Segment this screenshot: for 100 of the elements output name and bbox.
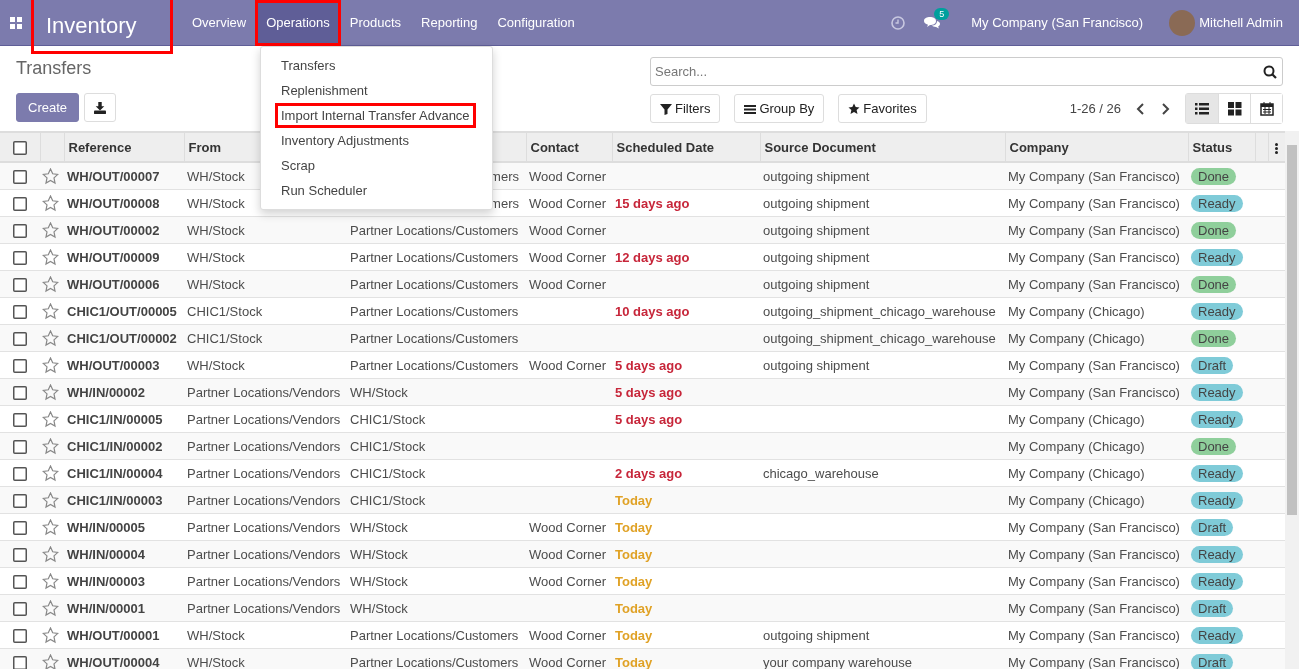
checkbox[interactable]	[13, 439, 27, 454]
list-view-button[interactable]	[1186, 94, 1218, 123]
grid-view-icon	[1227, 101, 1242, 116]
star-icon[interactable]	[42, 410, 59, 428]
checkbox[interactable]	[13, 628, 27, 643]
company-switcher[interactable]: My Company (San Francisco)	[961, 0, 1154, 45]
calendar-icon	[1259, 101, 1274, 116]
source-document-cell: outgoing shipment	[763, 195, 870, 211]
star-icon[interactable]	[42, 464, 59, 482]
to-cell: Partner Locations/Customers	[350, 330, 519, 346]
scrollbar[interactable]	[1285, 131, 1299, 669]
scheduled-date-cell: Today	[615, 654, 653, 669]
star-icon[interactable]	[42, 248, 59, 266]
create-button[interactable]: Create	[16, 93, 80, 122]
source-document-cell: chicago_warehouse	[763, 465, 879, 481]
checkbox[interactable]	[13, 574, 27, 589]
search-field[interactable]: Search...	[650, 57, 1283, 86]
dropdown-menu-item[interactable]: Import Internal Transfer Advance	[275, 103, 476, 128]
checkbox[interactable]	[13, 358, 27, 373]
company-cell: My Company (San Francisco)	[1008, 357, 1180, 373]
checkbox[interactable]	[13, 169, 27, 184]
star-icon[interactable]	[42, 626, 59, 644]
checkbox[interactable]	[13, 304, 27, 319]
company-cell: My Company (San Francisco)	[1008, 168, 1180, 184]
star-icon[interactable]	[42, 167, 59, 185]
column-header[interactable]: Company	[1009, 139, 1069, 155]
checkbox[interactable]	[13, 520, 27, 535]
checkbox[interactable]	[13, 196, 27, 211]
dropdown-menu-item[interactable]: Replenishment	[261, 78, 492, 103]
to-cell: Partner Locations/Customers	[350, 276, 519, 292]
nav-menu-item[interactable]: Operations	[256, 0, 340, 45]
checkbox[interactable]	[13, 601, 27, 616]
star-icon[interactable]	[42, 491, 59, 509]
star-icon[interactable]	[42, 437, 59, 455]
star-icon[interactable]	[42, 194, 59, 212]
checkbox[interactable]	[13, 277, 27, 292]
checkbox[interactable]	[13, 547, 27, 562]
to-cell: Partner Locations/Customers	[350, 627, 519, 643]
nav-menu-item[interactable]: Products	[339, 0, 412, 45]
nav-menu-item[interactable]: Configuration	[487, 0, 585, 45]
company-cell: My Company (San Francisco)	[1008, 384, 1180, 400]
checkbox[interactable]	[13, 385, 27, 400]
to-cell: WH/Stock	[350, 573, 408, 589]
dropdown-menu-item[interactable]: Scrap	[261, 153, 492, 178]
star-icon[interactable]	[42, 221, 59, 239]
app-name[interactable]: Inventory	[34, 0, 170, 51]
avatar-placeholder	[1169, 9, 1196, 36]
star-icon[interactable]	[42, 518, 59, 536]
dropdown-menu-item[interactable]: Inventory Adjustments	[261, 128, 492, 153]
company-cell: My Company (Chicago)	[1008, 330, 1145, 346]
reference-cell: WH/IN/00001	[67, 600, 146, 616]
to-cell: WH/Stock	[350, 600, 408, 616]
apps-menu-icon[interactable]	[10, 16, 22, 29]
column-header[interactable]: From	[188, 139, 221, 155]
checkbox[interactable]	[13, 655, 27, 669]
calendar-view-button[interactable]	[1250, 94, 1282, 123]
reference-cell: WH/OUT/00003	[67, 357, 160, 373]
source-document-cell: outgoing shipment	[763, 249, 870, 265]
to-cell: Partner Locations/Customers	[350, 249, 519, 265]
to-cell: Partner Locations/Customers	[350, 357, 519, 373]
checkbox[interactable]	[13, 466, 27, 481]
list-view-icon	[1195, 101, 1209, 116]
dropdown-menu-item[interactable]: Transfers	[261, 53, 492, 78]
checkbox[interactable]	[13, 493, 27, 508]
star-icon[interactable]	[42, 356, 59, 374]
from-cell: CHIC1/Stock	[187, 303, 263, 319]
reference-cell: CHIC1/OUT/00002	[67, 330, 177, 346]
company-cell: My Company (San Francisco)	[1008, 573, 1180, 589]
company-cell: My Company (San Francisco)	[1008, 195, 1180, 211]
star-icon[interactable]	[42, 302, 59, 320]
from-cell: Partner Locations/Vendors	[187, 519, 341, 535]
star-icon[interactable]	[42, 572, 59, 590]
download-button[interactable]	[84, 93, 117, 122]
checkbox[interactable]	[13, 223, 27, 238]
checkbox[interactable]	[13, 331, 27, 346]
checkbox[interactable]	[13, 412, 27, 427]
nav-menu-item[interactable]: Reporting	[411, 0, 488, 45]
nav-menu-item[interactable]: Overview	[182, 0, 257, 45]
group-by-button[interactable]: Group By	[734, 94, 825, 123]
previous-icon[interactable]	[1135, 102, 1145, 115]
contact-cell: Wood Corner	[529, 222, 607, 238]
scheduled-date-cell: 5 days ago	[615, 411, 683, 427]
star-icon[interactable]	[42, 329, 59, 347]
dropdown-menu-item[interactable]: Run Scheduler	[261, 178, 492, 203]
star-icon[interactable]	[42, 275, 59, 293]
star-icon[interactable]	[42, 653, 59, 669]
company-cell: My Company (San Francisco)	[1008, 600, 1180, 616]
status-badge: Done	[1191, 275, 1237, 293]
chat-icon[interactable]	[923, 15, 942, 30]
star-icon[interactable]	[42, 383, 59, 401]
star-icon[interactable]	[42, 545, 59, 563]
star-icon[interactable]	[42, 599, 59, 617]
filters-button[interactable]: Filters	[650, 94, 721, 123]
checkbox[interactable]	[12, 140, 27, 155]
next-icon[interactable]	[1161, 102, 1171, 115]
kebab-menu-icon[interactable]	[1275, 142, 1279, 154]
favorites-button[interactable]: Favorites	[838, 94, 927, 123]
user-menu[interactable]: Mitchell Admin	[1159, 9, 1299, 36]
checkbox[interactable]	[13, 250, 27, 265]
company-cell: My Company (San Francisco)	[1008, 222, 1180, 238]
